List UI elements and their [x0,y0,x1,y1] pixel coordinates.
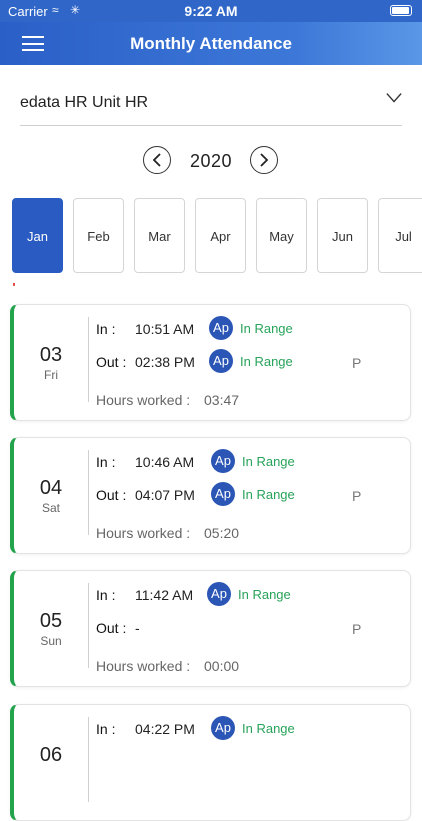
divider [88,583,89,668]
month-strip[interactable]: Jan Feb Mar Apr May Jun Jul [12,198,422,274]
year-selector: 2020 [0,144,422,178]
year-label: 2020 [189,151,233,171]
day-number: 04 [39,477,63,499]
out-time: - [135,620,140,636]
ap-badge: Ap [211,716,235,740]
chevron-left-icon [152,153,161,167]
ap-badge: Ap [209,316,233,340]
in-time: 10:46 AM [135,454,195,470]
out-label: Out : [96,620,127,636]
day-number: 06 [39,744,63,766]
chevron-down-icon [386,93,402,103]
out-label: Out : [96,354,127,370]
prev-year-button[interactable] [143,146,171,174]
ap-badge: Ap [211,482,235,506]
attendance-card[interactable]: 03 Fri In : 10:51 AM Ap In Range Out : 0… [10,304,411,421]
in-label: In : [96,587,116,603]
ap-badge: Ap [211,449,235,473]
attendance-card[interactable]: 06 In : 04:22 PM Ap In Range [10,704,411,821]
in-range-status: In Range [240,321,293,336]
month-tab[interactable]: Feb [73,198,124,273]
month-tab[interactable]: Apr [195,198,246,273]
month-tab[interactable]: Mar [134,198,185,273]
in-label: In : [96,721,116,737]
chevron-right-icon [260,153,269,167]
scroll-indicator [13,283,15,286]
out-label: Out : [96,487,127,503]
divider [88,717,89,802]
divider [88,450,89,535]
in-time: 10:51 AM [135,321,195,337]
clock: 9:22 AM [184,3,238,19]
hours-worked-value: 05:20 [204,525,240,541]
month-tab[interactable]: Jun [317,198,368,273]
day-number: 03 [39,344,63,366]
attendance-card[interactable]: 04 Sat In : 10:46 AM Ap In Range Out : 0… [10,437,411,554]
nav-bar: Monthly Attendance [0,22,422,65]
hours-worked-label: Hours worked : [96,658,191,674]
out-range-status: In Range [242,487,295,502]
month-tab[interactable]: Jan [12,198,63,273]
in-range-status: In Range [238,587,291,602]
in-label: In : [96,321,116,337]
hours-worked-label: Hours worked : [96,525,191,541]
unit-dropdown[interactable]: edata HR Unit HR [20,80,402,126]
in-range-status: In Range [242,454,295,469]
month-tab[interactable]: Jul [378,198,422,273]
attendance-status: P [352,488,362,504]
battery-icon [390,5,412,16]
weekday-label: Sun [40,634,62,648]
in-time: 04:22 PM [135,721,195,737]
hours-worked-value: 03:47 [204,392,240,408]
hours-worked-value: 00:00 [204,658,240,674]
day-number: 05 [39,610,63,632]
weekday-label: Sat [41,501,60,515]
status-bar: Carrier ≈ ✳ 9:22 AM [0,0,422,22]
page-title: Monthly Attendance [130,34,292,53]
ap-badge: Ap [209,349,233,373]
in-time: 11:42 AM [135,587,194,603]
month-tab[interactable]: May [256,198,307,273]
in-range-status: In Range [242,721,295,736]
divider [88,317,89,402]
hours-worked-label: Hours worked : [96,392,191,408]
attendance-card[interactable]: 05 Sun In : 11:42 AM Ap In Range Out : -… [10,570,411,687]
in-label: In : [96,454,116,470]
out-range-status: In Range [240,354,293,369]
out-time: 02:38 PM [135,354,195,370]
next-year-button[interactable] [250,146,278,174]
weekday-label: Fri [44,368,58,382]
ap-badge: Ap [207,582,231,606]
unit-selected-value: edata HR Unit HR [20,94,149,111]
attendance-status: P [352,355,362,371]
attendance-status: P [352,621,362,637]
out-time: 04:07 PM [135,487,195,503]
